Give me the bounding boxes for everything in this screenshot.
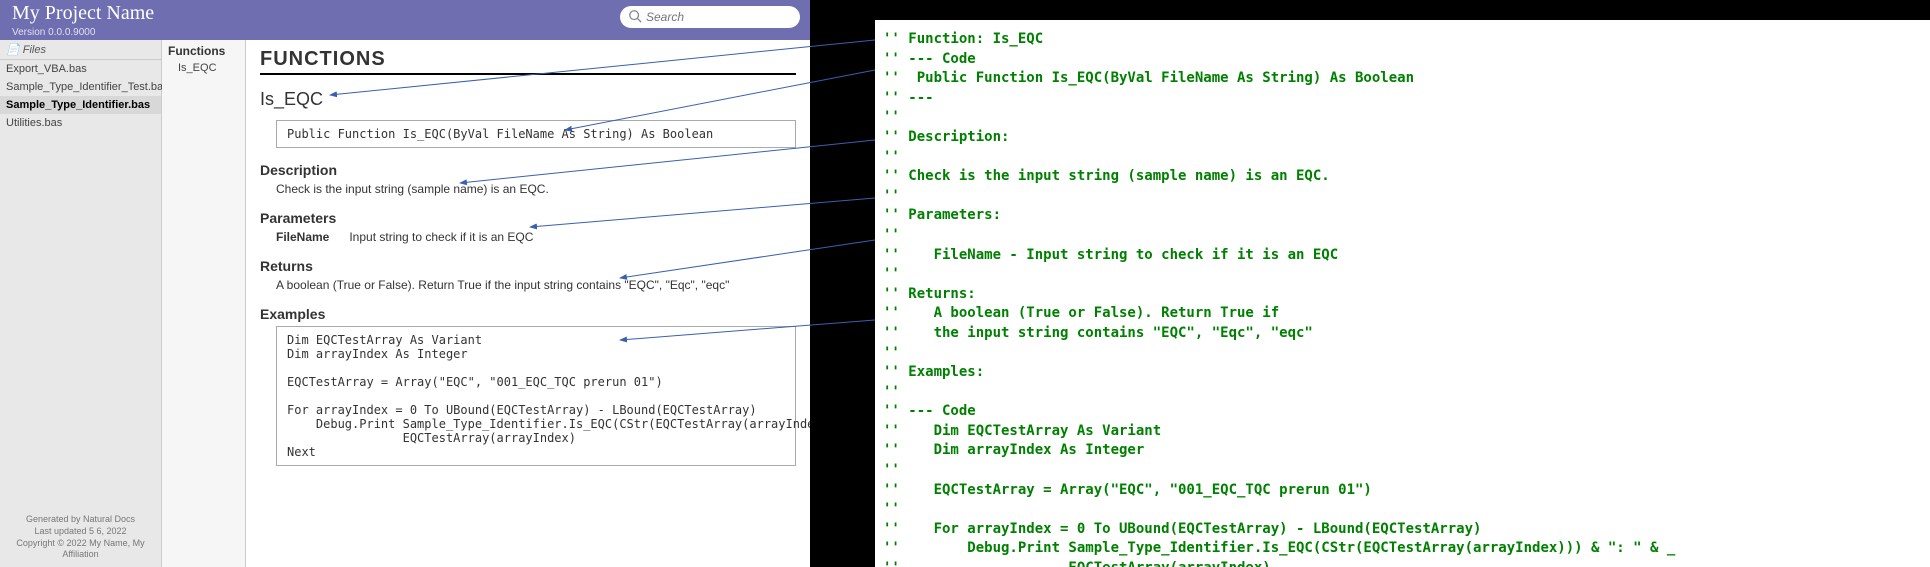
project-title: My Project Name (12, 2, 154, 24)
example-code-box: Dim EQCTestArray As Variant Dim arrayInd… (276, 326, 796, 466)
file-item[interactable]: Export_VBA.bas (0, 60, 161, 78)
source-code: '' Function: Is_EQC '' --- Code '' Publi… (875, 20, 1930, 567)
signature-box: Public Function Is_EQC(ByVal FileName As… (276, 120, 796, 148)
sidebar-footer: Generated by Natural Docs Last updated 5… (0, 508, 161, 567)
file-item[interactable]: Sample_Type_Identifier_Test.bas (0, 78, 161, 96)
parameter-name: FileName (276, 230, 346, 244)
files-section-title: 📄 Files (0, 40, 161, 60)
app-header: My Project Name Version 0.0.0.9000 (0, 0, 810, 40)
returns-heading: Returns (260, 258, 796, 274)
returns-text: A boolean (True or False). Return True i… (260, 274, 796, 296)
parameter-description: Input string to check if it is an EQC (349, 230, 533, 244)
file-item-selected[interactable]: Sample_Type_Identifier.bas (0, 96, 161, 114)
file-item[interactable]: Utilities.bas (0, 114, 161, 132)
page-title: FUNCTIONS (260, 48, 796, 75)
files-sidebar: 📄 Files Export_VBA.bas Sample_Type_Ident… (0, 40, 162, 567)
parameter-row: FileName Input string to check if it is … (260, 226, 796, 248)
description-heading: Description (260, 162, 796, 178)
functions-sidebar: Functions Is_EQC (162, 40, 246, 567)
project-version: Version 0.0.0.9000 (12, 27, 154, 38)
examples-heading: Examples (260, 306, 796, 322)
description-text: Check is the input string (sample name) … (260, 178, 796, 200)
source-code-panel: '' Function: Is_EQC '' --- Code '' Publi… (810, 0, 1930, 567)
function-heading: Is_EQC (260, 89, 796, 110)
function-link[interactable]: Is_EQC (168, 62, 239, 74)
parameters-heading: Parameters (260, 210, 796, 226)
functions-section-title: Functions (168, 44, 239, 58)
search-icon (628, 9, 642, 23)
search-input[interactable] (620, 6, 800, 28)
search-container (620, 6, 800, 28)
doc-content: FUNCTIONS Is_EQC Public Function Is_EQC(… (246, 40, 810, 567)
